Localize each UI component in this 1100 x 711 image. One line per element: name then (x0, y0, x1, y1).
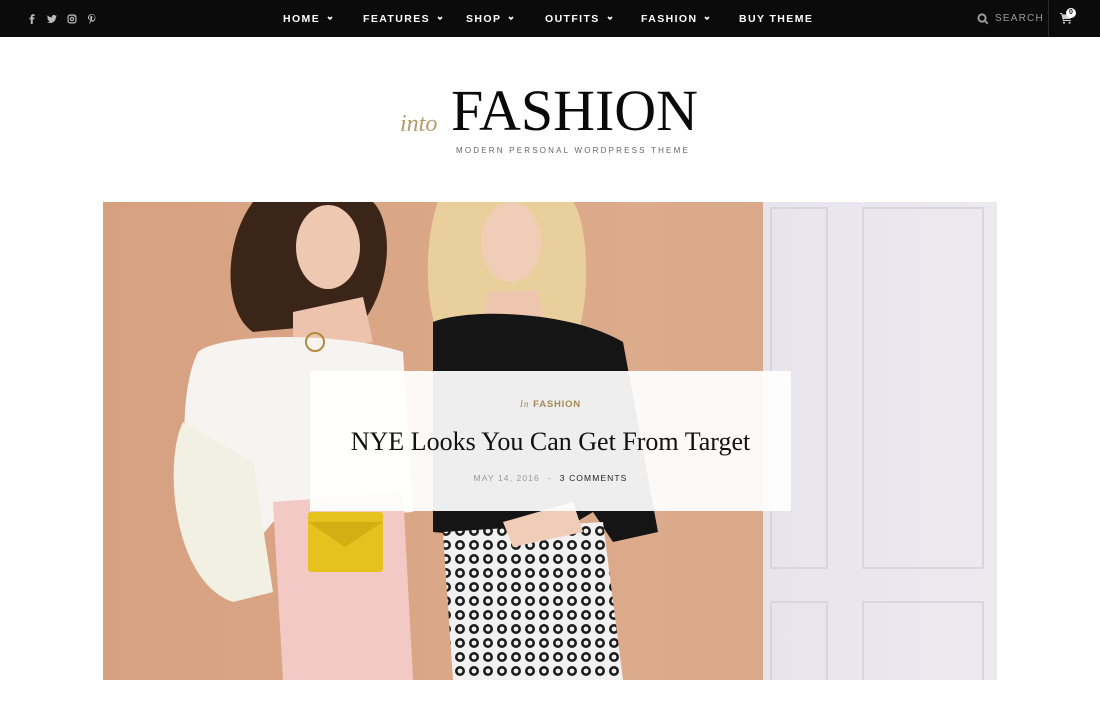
instagram-icon[interactable] (66, 13, 77, 24)
meta-separator: - (547, 473, 552, 483)
chevron-down-icon (437, 15, 443, 21)
top-bar: HOME FEATURES SHOP OUTFITS FASHION BUY T… (0, 0, 1100, 37)
nav-item-buy-theme[interactable]: BUY THEME (739, 0, 813, 37)
nav-item-label: OUTFITS (545, 12, 600, 25)
facebook-icon[interactable] (26, 13, 37, 24)
search-label: SEARCH (995, 13, 1044, 24)
logo-name: FASHION (451, 78, 699, 143)
search-icon (977, 12, 989, 24)
logo-prefix: into (400, 111, 438, 137)
site-logo[interactable]: into FASHION MODERN PERSONAL WORDPRESS T… (0, 80, 1100, 170)
nav-item-features[interactable]: FEATURES (363, 0, 443, 37)
site-tagline: MODERN PERSONAL WORDPRESS THEME (455, 146, 690, 155)
twitter-icon[interactable] (46, 13, 57, 24)
nav-item-label: BUY THEME (739, 12, 814, 25)
post-date: MAY 14, 2016 (473, 473, 540, 483)
category-link[interactable]: FASHION (533, 399, 581, 410)
search-toggle[interactable]: SEARCH (977, 0, 1044, 37)
post-title[interactable]: NYE Looks You Can Get From Target (310, 427, 791, 457)
chevron-down-icon (327, 15, 333, 21)
comments-link[interactable]: 3 COMMENTS (560, 473, 628, 483)
chevron-down-icon (704, 15, 711, 21)
main-navigation: HOME FEATURES SHOP OUTFITS FASHION BUY T… (0, 0, 1100, 37)
nav-item-home[interactable]: HOME (283, 0, 333, 37)
cart-count-badge: 0 (1066, 8, 1076, 18)
nav-item-label: HOME (283, 12, 321, 25)
chevron-down-icon (607, 15, 613, 21)
featured-post[interactable]: In FASHION NYE Looks You Can Get From Tar… (103, 202, 997, 680)
nav-item-label: FEATURES (363, 12, 431, 25)
nav-item-fashion[interactable]: FASHION (641, 0, 711, 37)
topbar-divider (1048, 0, 1049, 37)
nav-item-outfits[interactable]: OUTFITS (545, 0, 613, 37)
pinterest-icon[interactable] (86, 13, 97, 24)
chevron-down-icon (508, 15, 514, 21)
nav-item-shop[interactable]: SHOP (466, 0, 514, 37)
post-card: In FASHION NYE Looks You Can Get From Tar… (310, 371, 791, 511)
category-prefix: In (520, 399, 530, 409)
nav-item-label: FASHION (641, 12, 698, 25)
social-links (26, 0, 97, 37)
post-meta: MAY 14, 2016-3 COMMENTS (310, 473, 791, 483)
nav-item-label: SHOP (466, 12, 502, 25)
cart-button[interactable]: 0 (1059, 8, 1076, 25)
post-category: In FASHION (310, 399, 791, 410)
